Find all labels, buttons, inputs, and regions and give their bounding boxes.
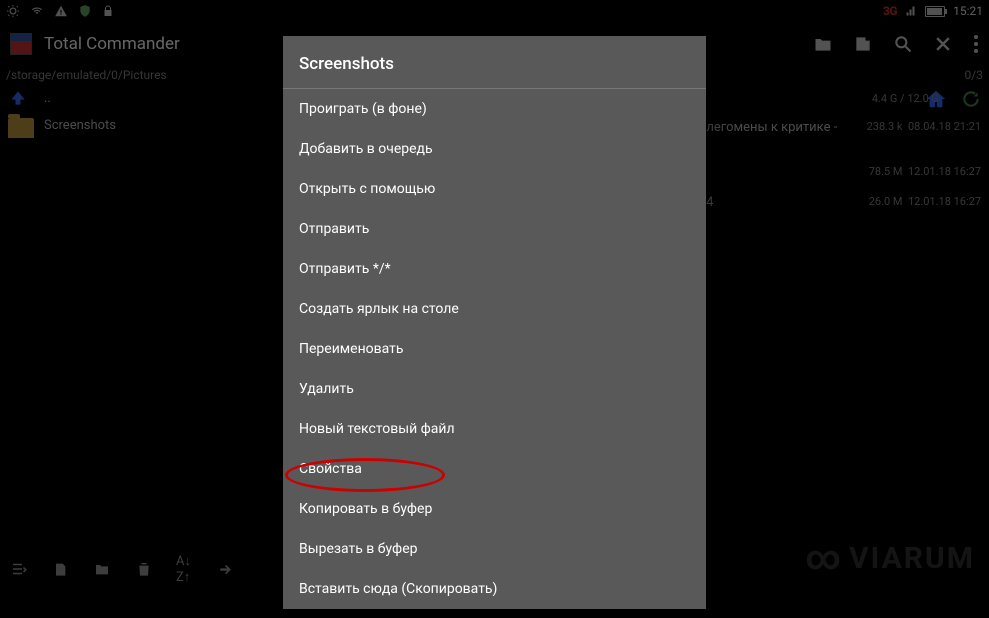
close-icon[interactable] — [933, 34, 953, 54]
context-menu: Screenshots Проиграть (в фоне) Добавить … — [283, 36, 706, 609]
folder-action-icon[interactable] — [813, 34, 833, 54]
watermark: ∞ VIARUM — [805, 538, 975, 578]
context-menu-title: Screenshots — [283, 36, 706, 89]
ctx-add-queue[interactable]: Добавить в очередь — [283, 129, 706, 169]
ctx-open-with[interactable]: Открыть с помощью — [283, 169, 706, 209]
delete-icon[interactable] — [136, 560, 152, 578]
app-icon — [10, 33, 32, 55]
reload-icon[interactable] — [961, 89, 981, 109]
app-title: Total Commander — [44, 34, 180, 54]
ctx-create-shortcut[interactable]: Создать ярлык на столе — [283, 289, 706, 329]
warning-icon — [54, 4, 68, 18]
sync-icon — [6, 4, 20, 18]
network-3g-indicator: 3G — [883, 4, 897, 18]
ctx-cut-clipboard[interactable]: Вырезать в буфер — [283, 529, 706, 569]
sort-icon[interactable]: A↓Z↑ — [176, 553, 191, 585]
search-icon[interactable] — [893, 34, 913, 54]
move-icon[interactable] — [92, 561, 112, 577]
battery-icon — [925, 6, 945, 17]
ctx-send[interactable]: Отправить — [283, 209, 706, 249]
new-file-icon[interactable] — [853, 34, 873, 54]
right-panel-count: 0/3 — [965, 68, 983, 82]
ctx-copy-clipboard[interactable]: Копировать в буфер — [283, 489, 706, 529]
signal-icon — [905, 5, 917, 17]
folder-icon — [8, 118, 34, 138]
storage-info: 4.4 G / 12.0 G — [872, 92, 939, 105]
more-icon[interactable] — [973, 34, 979, 54]
select-icon[interactable] — [10, 560, 28, 578]
copy-icon[interactable] — [52, 560, 68, 578]
shield-icon — [78, 4, 92, 18]
android-status-bar: 3G 15:21 — [0, 0, 989, 22]
ctx-new-text-file[interactable]: Новый текстовый файл — [283, 409, 706, 449]
ctx-play-background[interactable]: Проиграть (в фоне) — [283, 89, 706, 129]
ctx-delete[interactable]: Удалить — [283, 369, 706, 409]
ctx-paste-here[interactable]: Вставить сюда (Скопировать) — [283, 569, 706, 609]
ctx-rename[interactable]: Переименовать — [283, 329, 706, 369]
ctx-properties[interactable]: Свойства — [283, 449, 706, 489]
up-arrow-icon — [8, 88, 28, 108]
clock: 15:21 — [953, 4, 983, 18]
forward-icon[interactable] — [215, 562, 235, 576]
up-label: .. — [44, 91, 51, 106]
infinity-icon: ∞ — [805, 538, 843, 578]
ctx-send-star[interactable]: Отправить */* — [283, 249, 706, 289]
wifi-icon — [30, 4, 44, 18]
left-panel-path[interactable]: /storage/emulated/0/Pictures — [6, 68, 167, 82]
lock-icon — [102, 4, 114, 18]
